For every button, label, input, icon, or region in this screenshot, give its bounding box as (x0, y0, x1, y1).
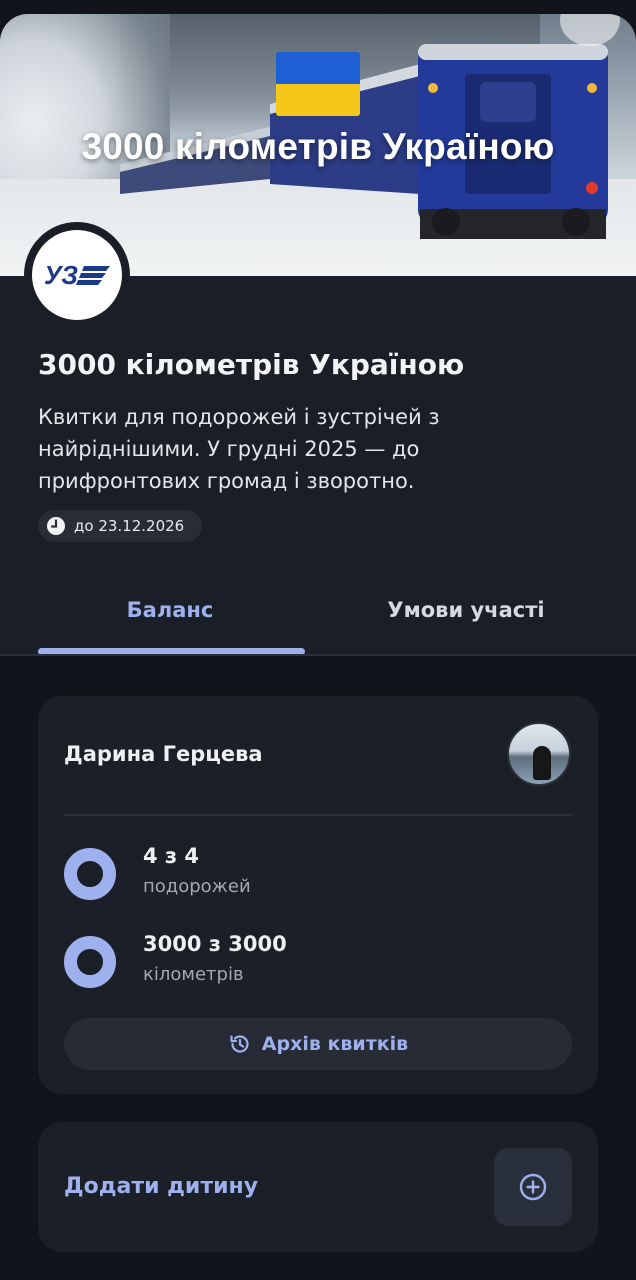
campaign-title: 3000 кілометрів Україною (38, 348, 465, 381)
tab-bar: Баланс Умови участі (0, 578, 636, 656)
kilometers-progress-ring (64, 936, 116, 988)
hero-corner-button[interactable] (560, 14, 620, 46)
trips-stat: 4 з 4 подорожей (64, 844, 504, 904)
tab-terms[interactable]: Умови участі (296, 598, 636, 622)
deadline-badge: до 23.12.2026 (38, 510, 203, 542)
trips-label: подорожей (143, 876, 251, 897)
plus-circle-icon (519, 1173, 547, 1201)
kilometers-stat: 3000 з 3000 кілометрів (64, 932, 504, 992)
card-divider (64, 814, 572, 816)
campaign-page: 3000 кілометрів Україною УЗ 3000 кіломет… (0, 0, 636, 1280)
tabs-divider (0, 654, 636, 656)
uz-logo-icon: УЗ (44, 260, 110, 290)
hero-title: 3000 кілометрів Україною (81, 126, 555, 167)
organizer-logo: УЗ (24, 222, 130, 328)
ukraine-flag (276, 52, 360, 116)
svg-text:УЗ: УЗ (44, 260, 78, 290)
balance-card: Дарина Герцева 4 з 4 подорожей 3000 з 30… (38, 696, 598, 1094)
tab-balance[interactable]: Баланс (0, 598, 340, 622)
kilometers-label: кілометрів (143, 964, 244, 985)
deadline-text: до 23.12.2026 (74, 517, 185, 535)
trips-progress-ring (64, 848, 116, 900)
campaign-description: Квитки для подорожей і зустрічей з найрі… (38, 405, 440, 493)
avatar[interactable] (507, 722, 571, 786)
add-child-card[interactable]: Додати дитину (38, 1122, 598, 1252)
trips-value: 4 з 4 (143, 844, 200, 868)
add-child-button[interactable] (494, 1148, 572, 1226)
ticket-archive-button[interactable]: Архів квитків (64, 1018, 572, 1070)
kilometers-value: 3000 з 3000 (143, 932, 287, 956)
add-child-label: Додати дитину (64, 1174, 259, 1199)
clock-icon (47, 517, 65, 535)
history-icon (230, 1035, 249, 1053)
user-name: Дарина Герцева (64, 742, 263, 766)
archive-button-label: Архів квитків (261, 1033, 409, 1055)
